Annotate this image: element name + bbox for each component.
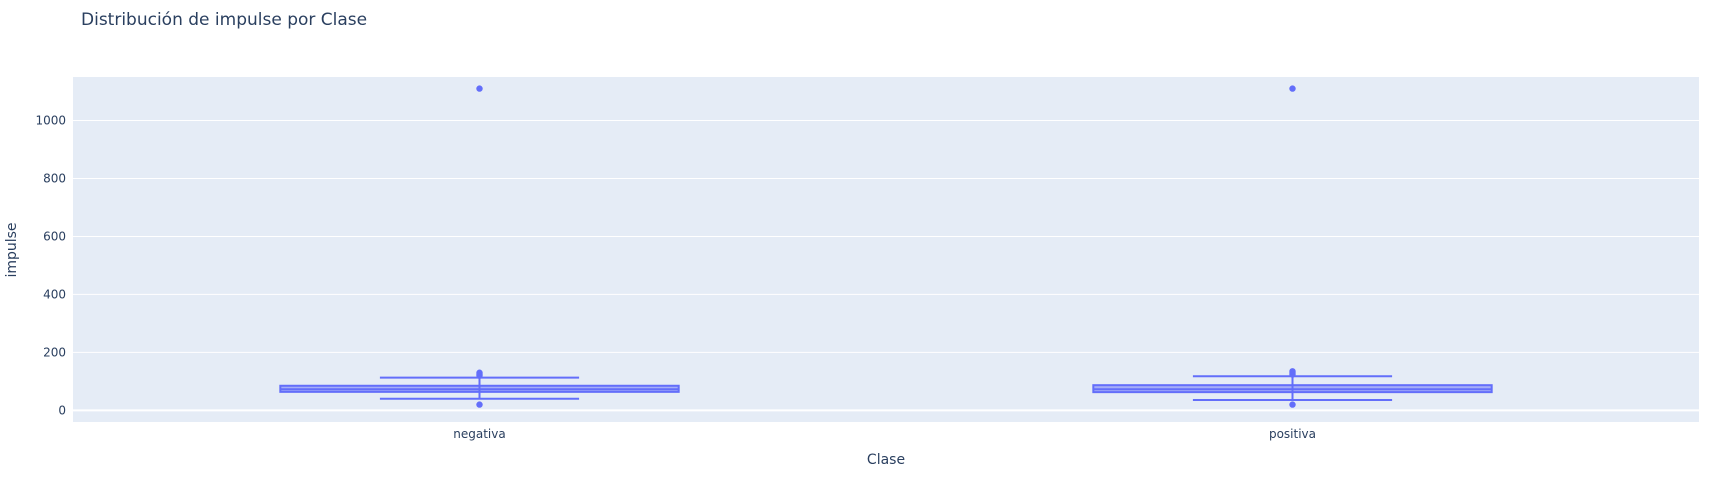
y-axis-title: impulse <box>4 222 20 277</box>
y-tick-label: 400 <box>43 287 66 301</box>
box-plot-chart: Distribución de impulse por Clase 0 200 40… <box>4 10 1699 468</box>
outlier-point <box>476 85 483 92</box>
outlier-point <box>1289 368 1296 375</box>
x-tick-label: positiva <box>1269 427 1316 441</box>
plot-area <box>73 77 1699 422</box>
x-axis-title: Clase <box>867 452 905 468</box>
y-tick-label: 1000 <box>35 113 66 127</box>
y-tick-label: 800 <box>43 171 66 185</box>
chart-title: Distribución de impulse por Clase <box>81 10 367 30</box>
y-tick-label: 600 <box>43 229 66 243</box>
y-tick-label: 0 <box>58 403 66 417</box>
outlier-point <box>476 369 483 376</box>
outlier-point <box>476 401 483 408</box>
y-tick-label: 200 <box>43 345 66 359</box>
outlier-point <box>1289 401 1296 408</box>
y-axis-ticks: 0 200 400 600 800 1000 <box>35 113 66 417</box>
x-axis-ticks: negativa positiva <box>453 427 1316 441</box>
x-tick-label: negativa <box>453 427 505 441</box>
outlier-point <box>1289 85 1296 92</box>
